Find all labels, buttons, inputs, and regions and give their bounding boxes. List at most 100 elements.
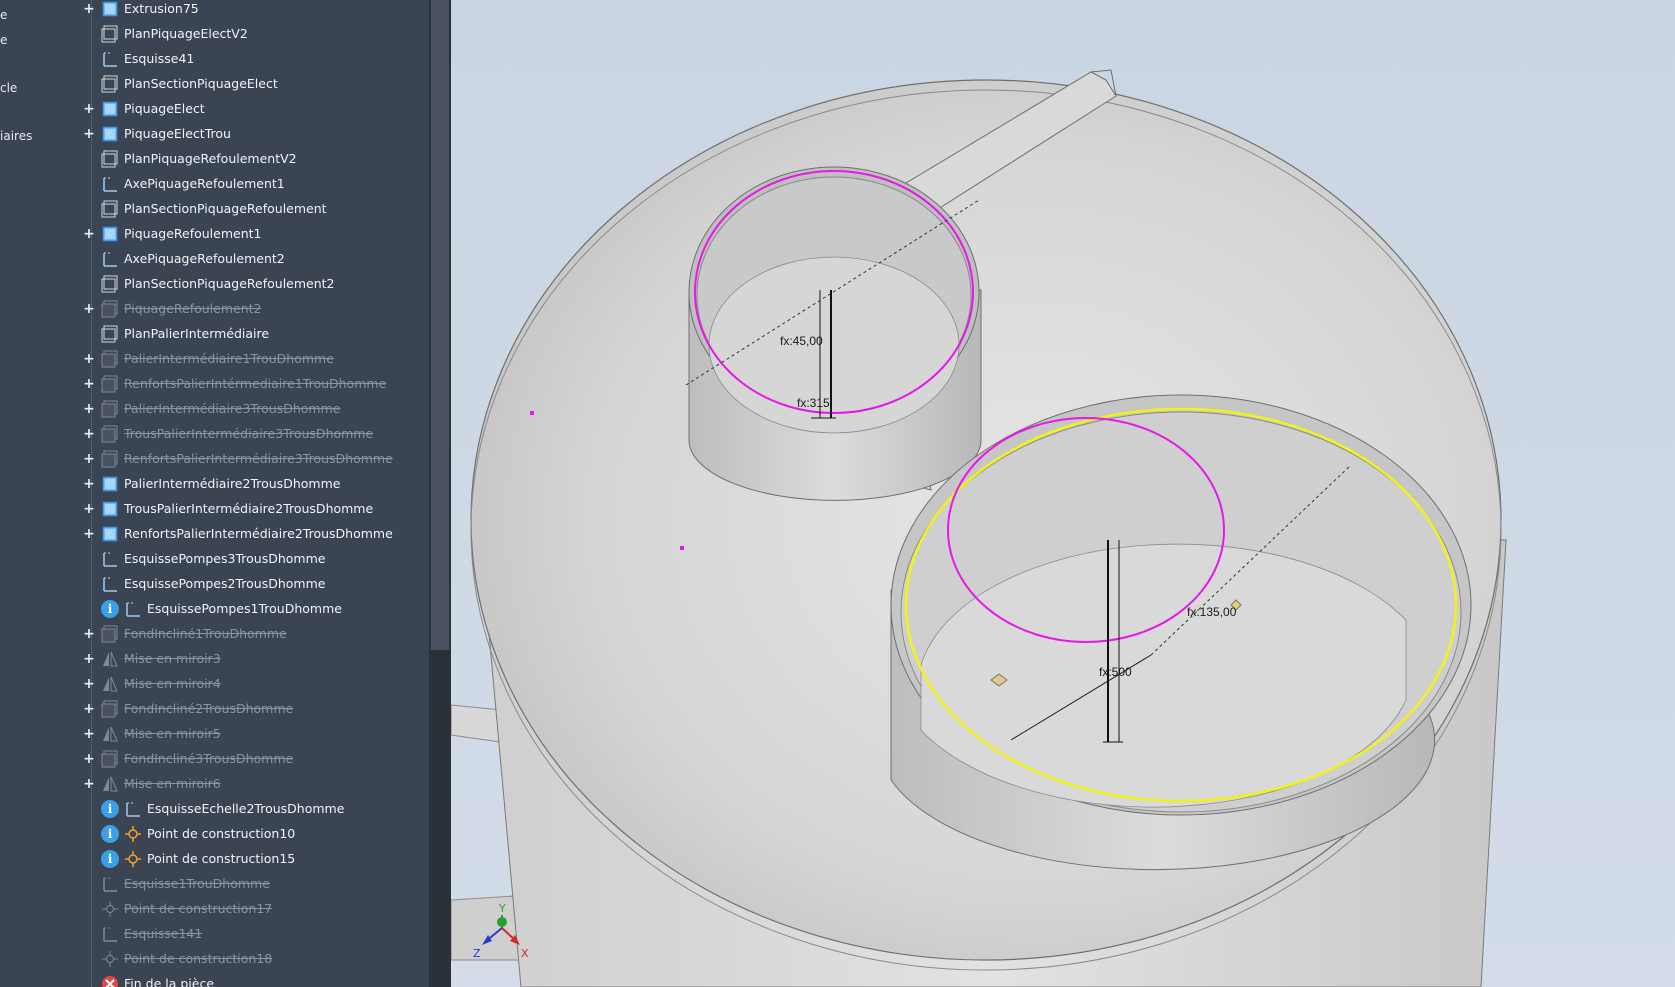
expand-icon[interactable]: + xyxy=(83,627,95,641)
browser-node[interactable]: + Mise en miroir4 xyxy=(79,672,429,697)
browser-node[interactable]: i Point de construction10 xyxy=(79,822,429,847)
browser-node[interactable]: + RenfortsPalierIntérmediaire1TrouDhomme xyxy=(79,372,429,397)
browser-node[interactable]: i Point de construction15 xyxy=(79,847,429,872)
browser-node[interactable]: AxePiquageRefoulement2 xyxy=(79,247,429,272)
browser-node[interactable]: + RenfortsPalierIntermédiaire2TrousDhomme xyxy=(79,522,429,547)
scrollbar-thumb[interactable] xyxy=(431,0,449,650)
construction-point[interactable] xyxy=(530,411,534,415)
3d-model-view[interactable]: fx:45,00 fx:315 fx:135,00 fx:500 Y Z X xyxy=(451,0,1675,987)
expand-icon[interactable]: + xyxy=(83,227,95,241)
expand-icon[interactable]: + xyxy=(83,502,95,516)
browser-node[interactable]: AxePiquageRefoulement1 xyxy=(79,172,429,197)
browser-node[interactable]: + PalierIntermédiaire3TrousDhomme xyxy=(79,397,429,422)
panel-item[interactable]: iaires xyxy=(0,129,32,143)
mirror-icon xyxy=(101,675,119,693)
expand-icon[interactable]: + xyxy=(83,127,95,141)
extrusion-icon xyxy=(101,425,119,443)
info-icon[interactable]: i xyxy=(101,850,119,868)
browser-node[interactable]: PlanPalierIntermédiaire xyxy=(79,322,429,347)
expand-icon[interactable]: + xyxy=(83,302,95,316)
work-plane-icon xyxy=(101,275,119,293)
construction-point[interactable] xyxy=(680,546,684,550)
browser-node[interactable]: + Mise en miroir3 xyxy=(79,647,429,672)
browser-node[interactable]: PlanSectionPiquageRefoulement xyxy=(79,197,429,222)
browser-node[interactable]: Point de construction18 xyxy=(79,947,429,972)
browser-node[interactable]: + PiquageElect xyxy=(79,97,429,122)
browser-node[interactable]: + Extrusion75 xyxy=(79,0,429,22)
browser-node[interactable]: Fin de la pièce xyxy=(79,972,429,987)
browser-node[interactable]: + FondIncliné1TrouDhomme xyxy=(79,622,429,647)
graphics-viewport[interactable]: fx:45,00 fx:315 fx:135,00 fx:500 Y Z X xyxy=(451,0,1675,987)
expand-icon[interactable]: + xyxy=(83,377,95,391)
dimension-upper-angle[interactable]: fx:45,00 xyxy=(780,334,823,348)
browser-node[interactable]: PlanSectionPiquageRefoulement2 xyxy=(79,272,429,297)
browser-node[interactable]: i EsquissePompes1TrouDhomme xyxy=(79,597,429,622)
extrusion-icon xyxy=(101,525,119,543)
dimension-upper-length[interactable]: fx:315 xyxy=(797,396,830,410)
browser-node-label: Point de construction18 xyxy=(124,951,273,966)
browser-node[interactable]: EsquissePompes2TrousDhomme xyxy=(79,572,429,597)
browser-node-label: Esquisse41 xyxy=(124,51,195,66)
panel-item[interactable]: cle xyxy=(0,81,17,95)
browser-node[interactable]: + TrousPalierIntermédiaire2TrousDhomme xyxy=(79,497,429,522)
expand-icon[interactable]: + xyxy=(83,727,95,741)
browser-node[interactable]: PlanPiquageRefoulementV2 xyxy=(79,147,429,172)
mirror-icon xyxy=(101,650,119,668)
expand-icon[interactable]: + xyxy=(83,102,95,116)
browser-node[interactable]: + PiquageElectTrou xyxy=(79,122,429,147)
work-plane-icon xyxy=(101,25,119,43)
browser-node-label: Point de construction15 xyxy=(147,851,296,866)
browser-node[interactable]: i EsquisseEchelle2TrousDhomme xyxy=(79,797,429,822)
dimension-lower-length[interactable]: fx:500 xyxy=(1099,665,1132,679)
browser-node-label: Esquisse1TrouDhomme xyxy=(124,876,270,891)
browser-node[interactable]: + PiquageRefoulement1 xyxy=(79,222,429,247)
expand-icon[interactable]: + xyxy=(83,527,95,541)
expand-icon[interactable]: + xyxy=(83,652,95,666)
expand-icon[interactable]: + xyxy=(83,402,95,416)
expand-icon[interactable]: + xyxy=(83,702,95,716)
sketch-icon xyxy=(101,925,119,943)
expand-icon[interactable]: + xyxy=(83,452,95,466)
axis-z-label: Z xyxy=(473,947,481,960)
browser-node-label: PiquageRefoulement1 xyxy=(124,226,262,241)
browser-node-label: PiquageElectTrou xyxy=(124,126,231,141)
expand-icon[interactable]: + xyxy=(83,352,95,366)
browser-node[interactable]: + RenfortsPalierIntermédiaire3TrousDhomme xyxy=(79,447,429,472)
browser-node[interactable]: + PalierIntermédiaire1TrouDhomme xyxy=(79,347,429,372)
browser-node-label: PlanPalierIntermédiaire xyxy=(124,326,270,341)
panel-item[interactable]: e xyxy=(0,8,7,22)
browser-node[interactable]: + TrousPalierIntermédiaire3TrousDhomme xyxy=(79,422,429,447)
expand-icon[interactable]: + xyxy=(83,752,95,766)
browser-node[interactable]: PlanSectionPiquageElect xyxy=(79,72,429,97)
browser-node[interactable]: Esquisse141 xyxy=(79,922,429,947)
browser-node[interactable]: + Mise en miroir6 xyxy=(79,772,429,797)
panel-item[interactable]: e xyxy=(0,33,7,47)
browser-node[interactable]: EsquissePompes3TrousDhomme xyxy=(79,547,429,572)
browser-node-label: FondIncliné3TrousDhomme xyxy=(124,751,294,766)
browser-node[interactable]: Esquisse1TrouDhomme xyxy=(79,872,429,897)
expand-icon[interactable]: + xyxy=(83,677,95,691)
sketch-icon xyxy=(101,550,119,568)
dimension-lower-angle[interactable]: fx:135,00 xyxy=(1187,605,1237,619)
extrusion-icon xyxy=(101,450,119,468)
expand-icon[interactable]: + xyxy=(83,2,95,16)
expand-icon[interactable]: + xyxy=(83,427,95,441)
browser-scrollbar[interactable] xyxy=(429,0,451,987)
browser-node[interactable]: Point de construction17 xyxy=(79,897,429,922)
browser-node-label: RenfortsPalierIntérmediaire1TrouDhomme xyxy=(124,376,387,391)
expand-icon[interactable]: + xyxy=(83,777,95,791)
browser-node[interactable]: + FondIncliné3TrousDhomme xyxy=(79,747,429,772)
browser-node[interactable]: PlanPiquageElectV2 xyxy=(79,22,429,47)
browser-node-label: FondIncliné1TrouDhomme xyxy=(124,626,287,641)
browser-node[interactable]: + FondIncliné2TrousDhomme xyxy=(79,697,429,722)
expand-icon[interactable]: + xyxy=(83,477,95,491)
browser-node-label: EsquisseEchelle2TrousDhomme xyxy=(147,801,345,816)
info-icon[interactable]: i xyxy=(101,600,119,618)
browser-node[interactable]: + PalierIntermédiaire2TrousDhomme xyxy=(79,472,429,497)
browser-node[interactable]: + Mise en miroir5 xyxy=(79,722,429,747)
browser-node[interactable]: + PiquageRefoulement2 xyxy=(79,297,429,322)
browser-node[interactable]: Esquisse41 xyxy=(79,47,429,72)
info-icon[interactable]: i xyxy=(101,800,119,818)
browser-node-label: Point de construction10 xyxy=(147,826,296,841)
info-icon[interactable]: i xyxy=(101,825,119,843)
